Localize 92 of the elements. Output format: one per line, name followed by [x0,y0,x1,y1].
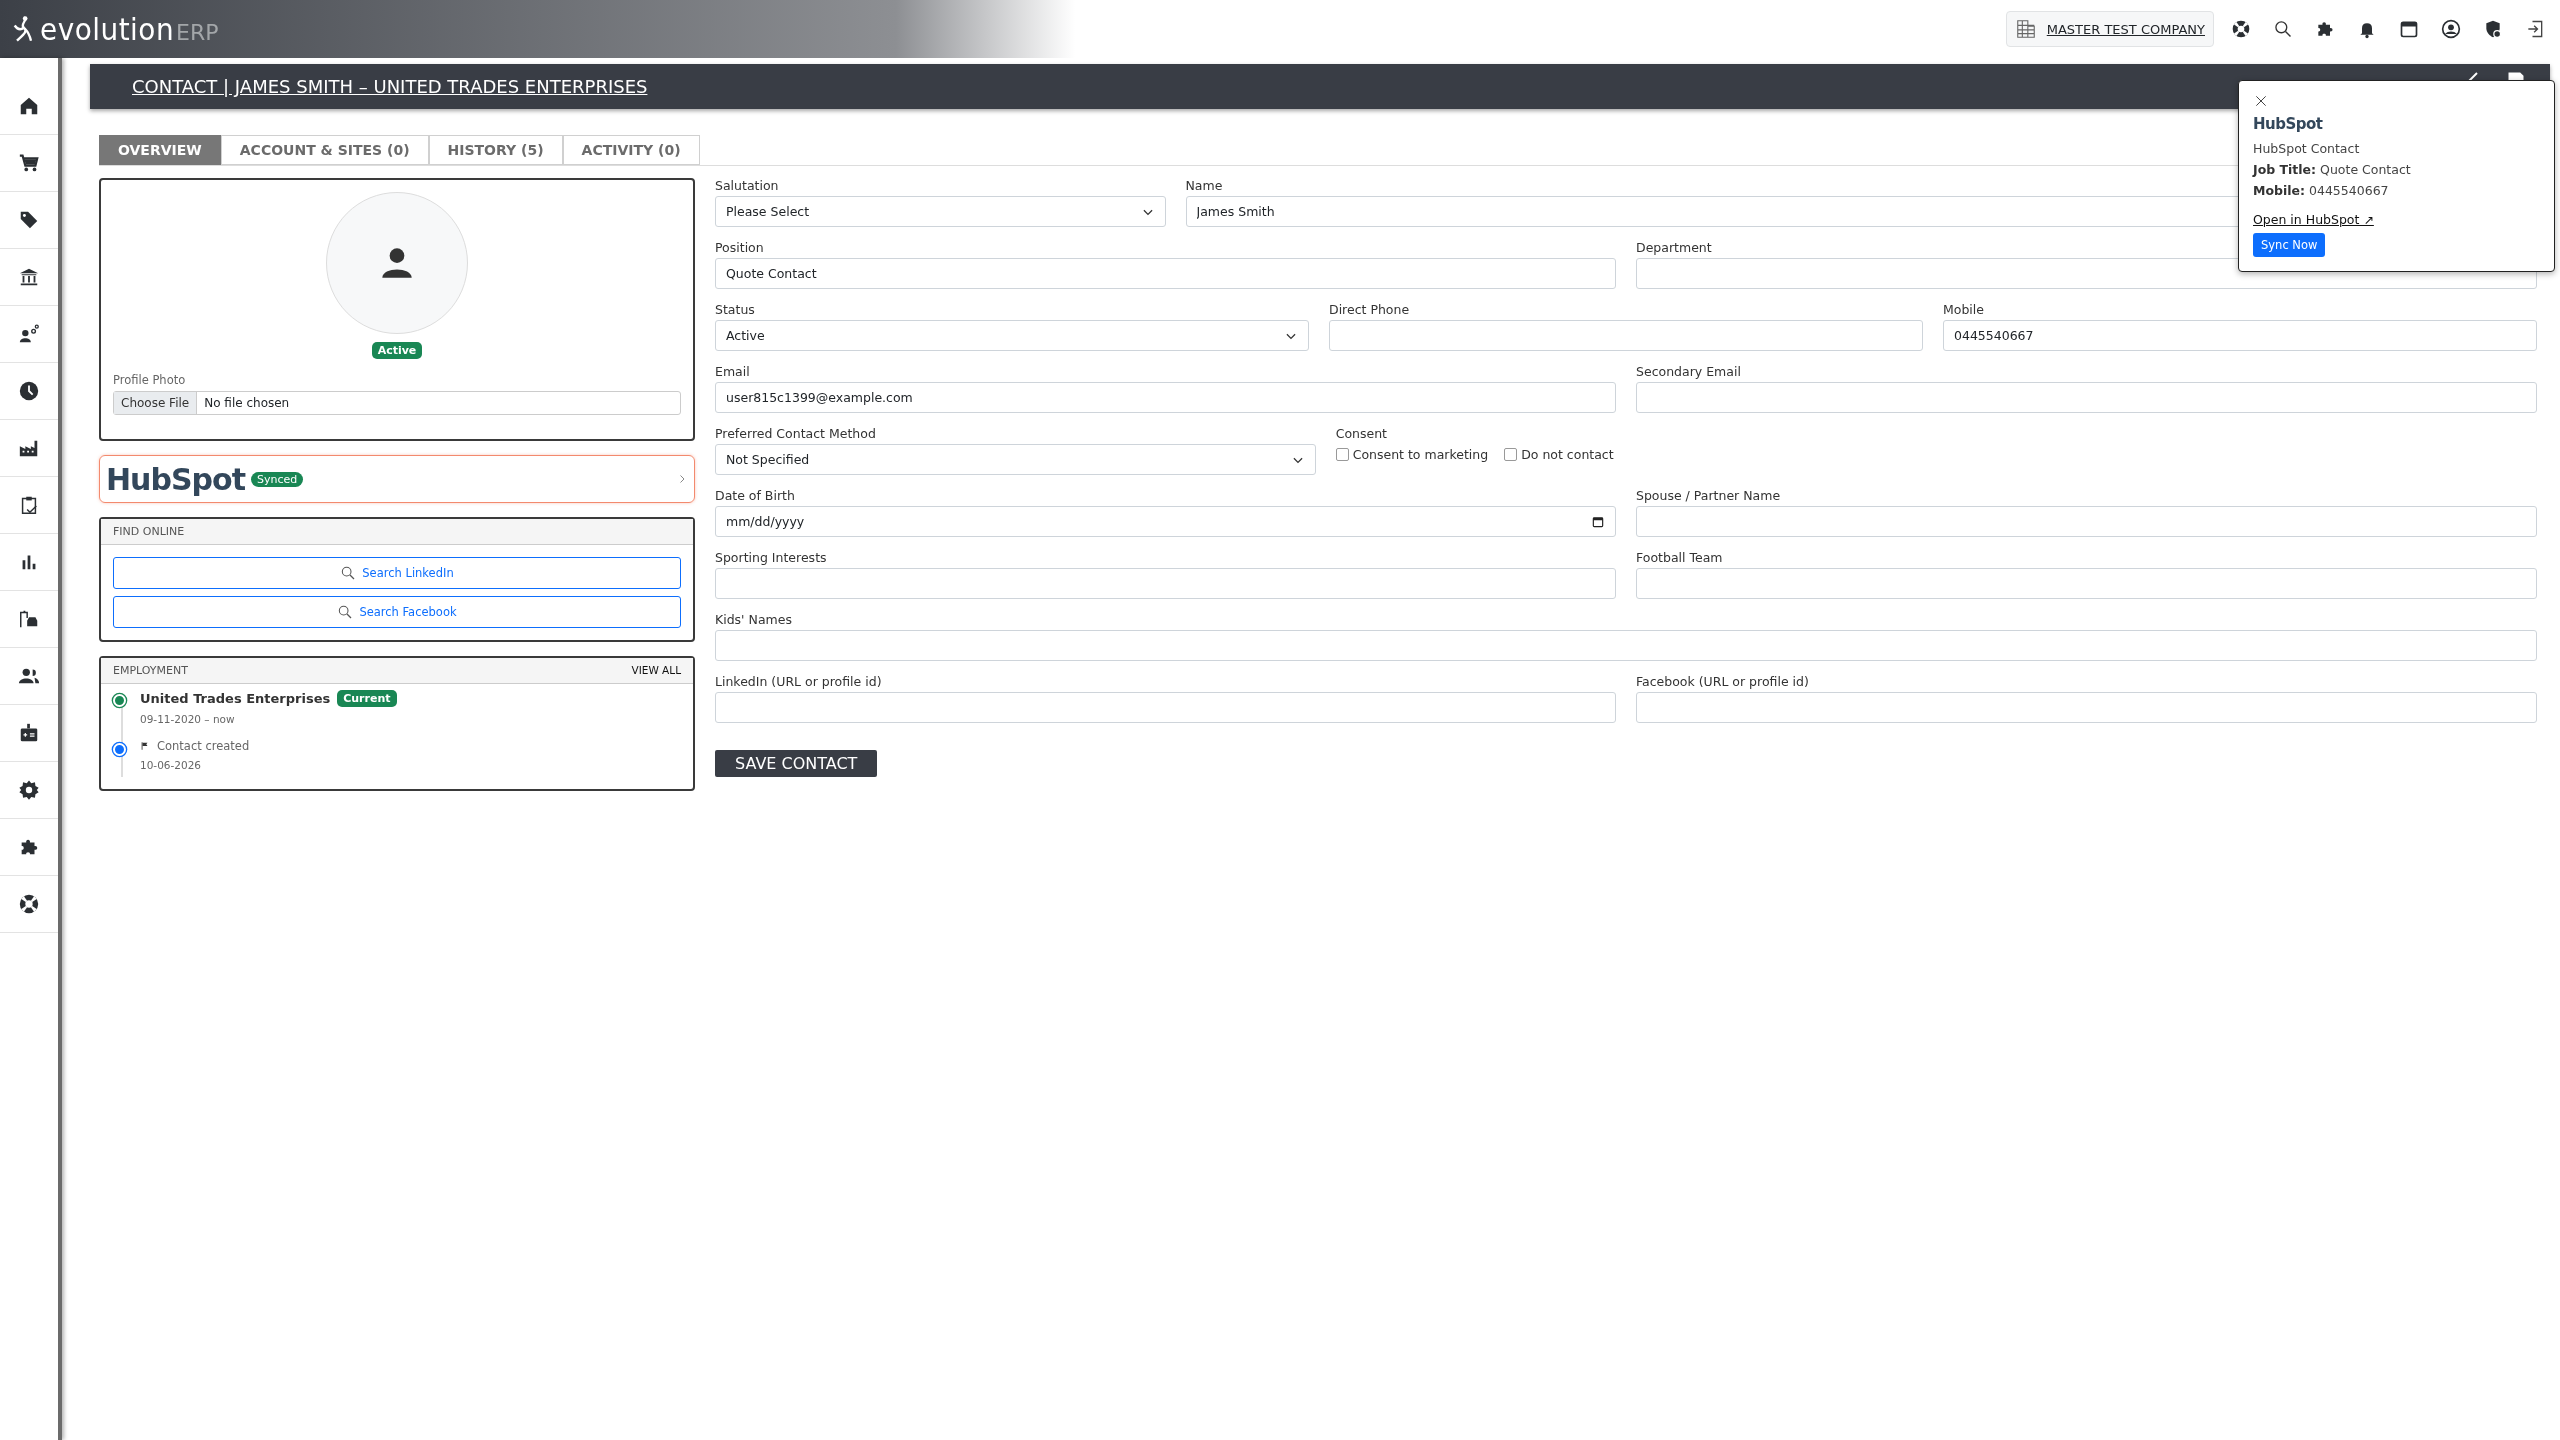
checkbox[interactable] [1504,447,1518,461]
status-badge: Active [371,342,423,359]
field-label: Position [715,240,764,255]
calendar-icon[interactable] [2399,19,2419,39]
clock-icon[interactable] [18,380,40,402]
input-field[interactable]: Quote Contact [715,258,1616,289]
sync-now-button[interactable]: Sync Now [2253,233,2326,257]
logo-suffix: ERP [176,19,219,45]
lifebuoy-icon[interactable] [2231,19,2251,39]
field-label: Department [1636,240,1712,255]
search-button[interactable]: Search Facebook [113,596,681,628]
current-badge: Current [337,690,397,707]
cart-icon[interactable] [18,152,40,174]
field-label: Spouse / Partner Name [1636,488,1781,503]
search-icon[interactable] [2273,19,2293,39]
input-field[interactable] [715,692,1616,723]
input-field[interactable] [715,630,2537,661]
bank-icon[interactable] [18,266,40,288]
field-label: Salutation [715,178,779,193]
input-field[interactable] [1636,568,2537,599]
file-field[interactable]: Choose File No file chosen [113,391,681,415]
field-label: Preferred Contact Method [715,426,876,441]
select-field[interactable]: Active [715,320,1309,351]
tab[interactable]: ACTIVITY (0) [562,135,700,165]
tab[interactable]: HISTORY (5) [428,135,563,165]
building-grid-icon [2014,18,2037,40]
field-label: Football Team [1636,550,1723,565]
shield-icon[interactable] [2483,19,2503,39]
choose-file-button[interactable]: Choose File [114,392,198,414]
checkbox-label: Consent to marketing [1352,446,1489,462]
flag-icon [140,741,150,751]
contact-detail: Mobile: 0445540667 [2253,183,2389,198]
employment-dates: 09-11-2020 – now [140,713,236,725]
hubspot-logo: HubSpot [2253,115,2323,133]
event-date: 10-06-2026 [140,759,203,771]
checkbox[interactable] [1335,447,1349,461]
field-label: Profile Photo [113,373,187,387]
field-label: Facebook (URL or profile id) [1636,674,1809,689]
logo-text: evolution [40,11,175,47]
card-heading: FIND ONLINE [113,525,185,538]
page-title-link[interactable]: CONTACT | JAMES SMITH – UNITED TRADES ENTERPRISES [132,76,648,97]
user-circle-icon[interactable] [2441,19,2461,39]
hubspot-logo: HubSpot [106,461,245,497]
input-field[interactable] [715,568,1616,599]
tab[interactable]: ACCOUNT & SITES (0) [220,135,429,165]
field-label: LinkedIn (URL or profile id) [715,674,882,689]
field-label: Status [715,302,755,317]
input-field[interactable] [1636,506,2537,537]
close-icon[interactable] [2253,93,2269,109]
event-text: Contact created [157,739,250,753]
field-label: Direct Phone [1329,302,1410,317]
puzzle-icon[interactable] [2315,19,2335,39]
hubspot-card[interactable]: HubSpot Synced [99,455,695,503]
search-button[interactable]: Search LinkedIn [113,557,681,589]
calendar-icon [1591,514,1605,529]
home-icon[interactable] [18,95,40,117]
search-icon [340,565,357,581]
field-label: Kids' Names [715,612,792,627]
open-in-hubspot-link[interactable]: Open in HubSpot ↗ [2253,212,2374,227]
input-field[interactable]: user815c1399@example.com [715,382,1616,413]
file-status: No file chosen [203,395,291,412]
contact-detail: Job Title: Quote Contact [2253,162,2411,177]
tag-icon[interactable] [18,209,40,231]
field-label: Date of Birth [715,488,795,503]
input-field[interactable]: 0445540667 [1943,320,2537,351]
tab[interactable]: OVERVIEW [99,135,221,165]
field-label: Secondary Email [1636,364,1741,379]
field-label: Email [715,364,750,379]
input-field[interactable] [1636,382,2537,413]
synced-badge: Synced [251,471,304,487]
select-field[interactable]: Please Select [715,196,1166,227]
company-selector[interactable]: MASTER TEST COMPANY [2005,11,2214,47]
field-label: Mobile [1943,302,1984,317]
logout-icon[interactable] [2525,19,2545,39]
save-contact-button[interactable]: SAVE CONTACT [715,750,878,777]
card-heading: EMPLOYMENT [113,664,188,677]
search-icon [337,604,354,620]
view-all-link[interactable]: VIEW ALL [631,664,681,677]
worker-gear-icon[interactable] [18,323,40,345]
employer-name: United Trades Enterprises [140,691,331,706]
lifebuoy-icon[interactable] [18,893,40,915]
settings-icon[interactable] [18,779,40,801]
popup-heading: HubSpot Contact [2253,141,2360,156]
field-label: Sporting Interests [715,550,827,565]
field-label: Name [1185,178,1223,193]
select-field[interactable]: Not Specified [715,444,1316,475]
input-field[interactable] [1329,320,1923,351]
checkbox-label: Do not contact [1521,446,1614,462]
field-label: Consent [1335,426,1387,441]
calculator-case-icon[interactable] [18,722,40,744]
date-field[interactable]: mm/dd/yyyy [715,506,1616,537]
input-field[interactable] [1636,692,2537,723]
